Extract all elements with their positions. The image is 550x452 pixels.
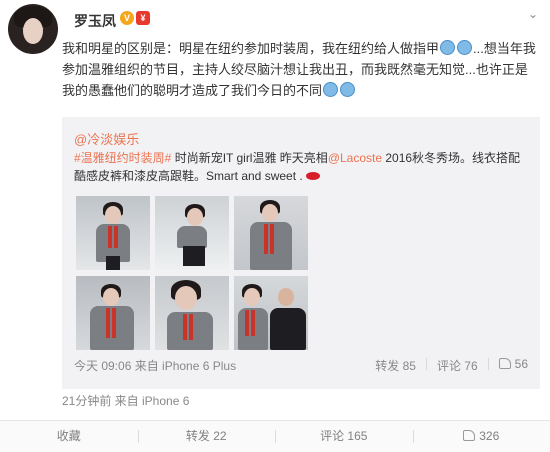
repost-count-link[interactable]: 转发 85 — [375, 357, 416, 374]
photo-5[interactable] — [155, 276, 229, 350]
photo-1[interactable] — [76, 196, 150, 270]
photo-stripe — [108, 226, 118, 248]
original-text-part-a: 时尚新宠IT girl温雅 昨天亮相 — [171, 151, 328, 165]
avatar[interactable] — [8, 4, 58, 54]
comment-count-link[interactable]: 评论 76 — [437, 357, 478, 374]
chevron-down-icon[interactable]: ⌄ — [528, 7, 538, 21]
like-count: 56 — [514, 357, 528, 371]
photo-head — [103, 288, 119, 306]
repost-actions: 转发 85 评论 76 56 — [375, 357, 528, 374]
post-text: 我和明星的区别是：明星在纽约参加时装周，我在纽约给人做指甲 ...想当年我参加温雅… — [62, 38, 540, 101]
photo-stripe — [183, 314, 193, 340]
like-icon — [463, 430, 476, 441]
like-button[interactable]: 56 — [498, 357, 528, 374]
favorite-button[interactable]: 收藏 — [0, 421, 138, 452]
repost-button[interactable]: 转发 22 — [137, 421, 276, 452]
favorite-label: 收藏 — [56, 429, 81, 443]
photo-head — [105, 206, 121, 224]
photo-stripe — [106, 308, 116, 338]
weibo-card: 罗玉凤 V ¥ ⌄ 我和明星的区别是：明星在纽约参加时装周，我在纽约给人做指甲.… — [0, 0, 550, 452]
post-time-source[interactable]: 21分钟前 来自 iPhone 6 — [62, 392, 189, 409]
photo-4[interactable] — [76, 276, 150, 350]
photo-head — [187, 208, 203, 226]
repost-time-source[interactable]: 今天 09:06 来自 iPhone 6 Plus — [74, 357, 236, 374]
photo-2[interactable] — [155, 196, 229, 270]
hashtag-link[interactable]: #温雅纽约时装周# — [74, 151, 171, 165]
member-icon[interactable]: ¥ — [136, 11, 150, 25]
photo-jacket — [270, 308, 306, 350]
photo-stripe — [264, 224, 274, 254]
original-text: #温雅纽约时装周# 时尚新宠IT girl温雅 昨天亮相@Lacoste 201… — [74, 149, 528, 185]
emoji-icon — [323, 82, 339, 97]
post-text-part-1: 我和明星的区别是：明星在纽约参加时装周，我在纽约给人做指甲 — [62, 41, 440, 56]
repost-label: 转发 22 — [185, 429, 227, 443]
photo-stripe — [245, 310, 255, 336]
photo-head — [244, 288, 260, 306]
original-user-link[interactable]: @冷淡娱乐 — [74, 129, 139, 148]
repost-box: @冷淡娱乐 #温雅纽约时装周# 时尚新宠IT girl温雅 昨天亮相@Lacos… — [62, 117, 540, 389]
photo-head — [175, 286, 197, 310]
like-label: 326 — [479, 429, 500, 443]
divider — [425, 358, 427, 370]
comment-label: 评论 165 — [320, 429, 368, 443]
username[interactable]: 罗玉凤 — [74, 11, 116, 31]
photo-sweater — [177, 226, 207, 248]
photo-head-2 — [278, 288, 294, 306]
emoji-icon — [440, 40, 456, 55]
photo-3[interactable] — [234, 196, 308, 270]
photo-legs — [183, 246, 205, 266]
avatar-face — [23, 18, 43, 44]
like-button[interactable]: 326 — [412, 421, 550, 452]
comment-button[interactable]: 评论 165 — [275, 421, 413, 452]
photo-head — [262, 204, 278, 222]
vip-icon[interactable]: V — [120, 11, 134, 25]
lips-icon — [305, 172, 320, 180]
action-bar: 收藏 转发 22 评论 165 326 — [0, 420, 550, 452]
mention-link[interactable]: @Lacoste — [328, 151, 382, 165]
emoji-icon — [457, 40, 473, 55]
emoji-icon — [340, 82, 356, 97]
photo-legs — [106, 256, 120, 270]
like-icon — [498, 358, 511, 369]
photo-6[interactable] — [234, 276, 308, 350]
divider — [487, 358, 489, 370]
